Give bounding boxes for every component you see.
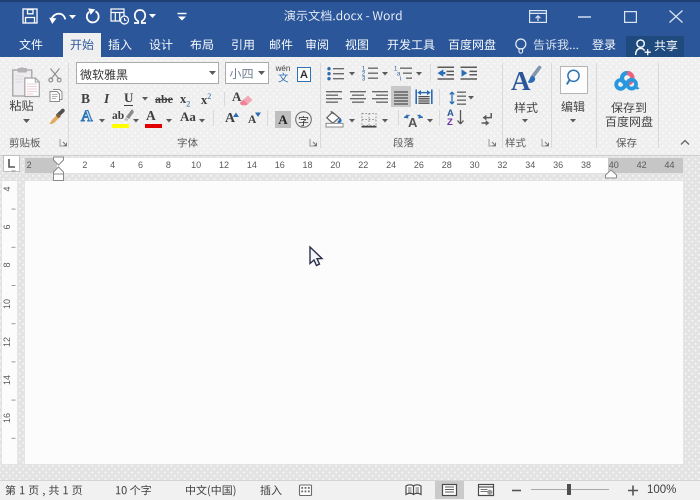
svg-text:i: i <box>400 77 401 83</box>
svg-text:A: A <box>511 66 531 96</box>
